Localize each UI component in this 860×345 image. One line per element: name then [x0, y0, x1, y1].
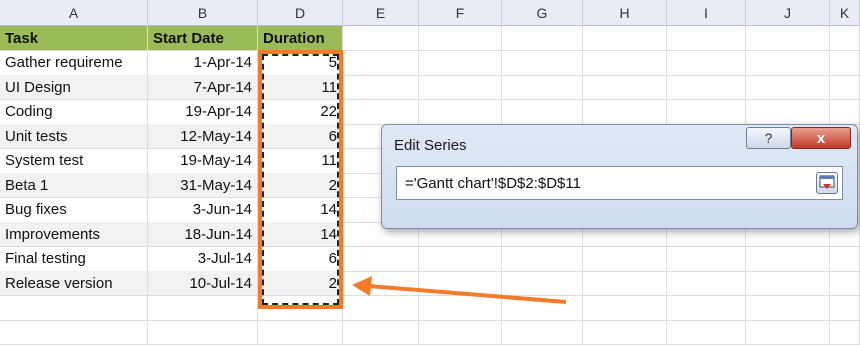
- dialog-title: Edit Series: [394, 137, 467, 154]
- series-values-input[interactable]: ='Gantt chart'!$D$2:$D$11: [396, 166, 843, 200]
- range-select-icon: [819, 175, 835, 189]
- help-button[interactable]: ?: [746, 127, 791, 149]
- series-values-text: ='Gantt chart'!$D$2:$D$11: [405, 174, 581, 192]
- edit-series-dialog: Edit Series ? x ='Gantt chart'!$D$2:$D$1…: [381, 124, 858, 229]
- collapse-dialog-button[interactable]: [816, 172, 838, 194]
- close-button[interactable]: x: [791, 127, 851, 149]
